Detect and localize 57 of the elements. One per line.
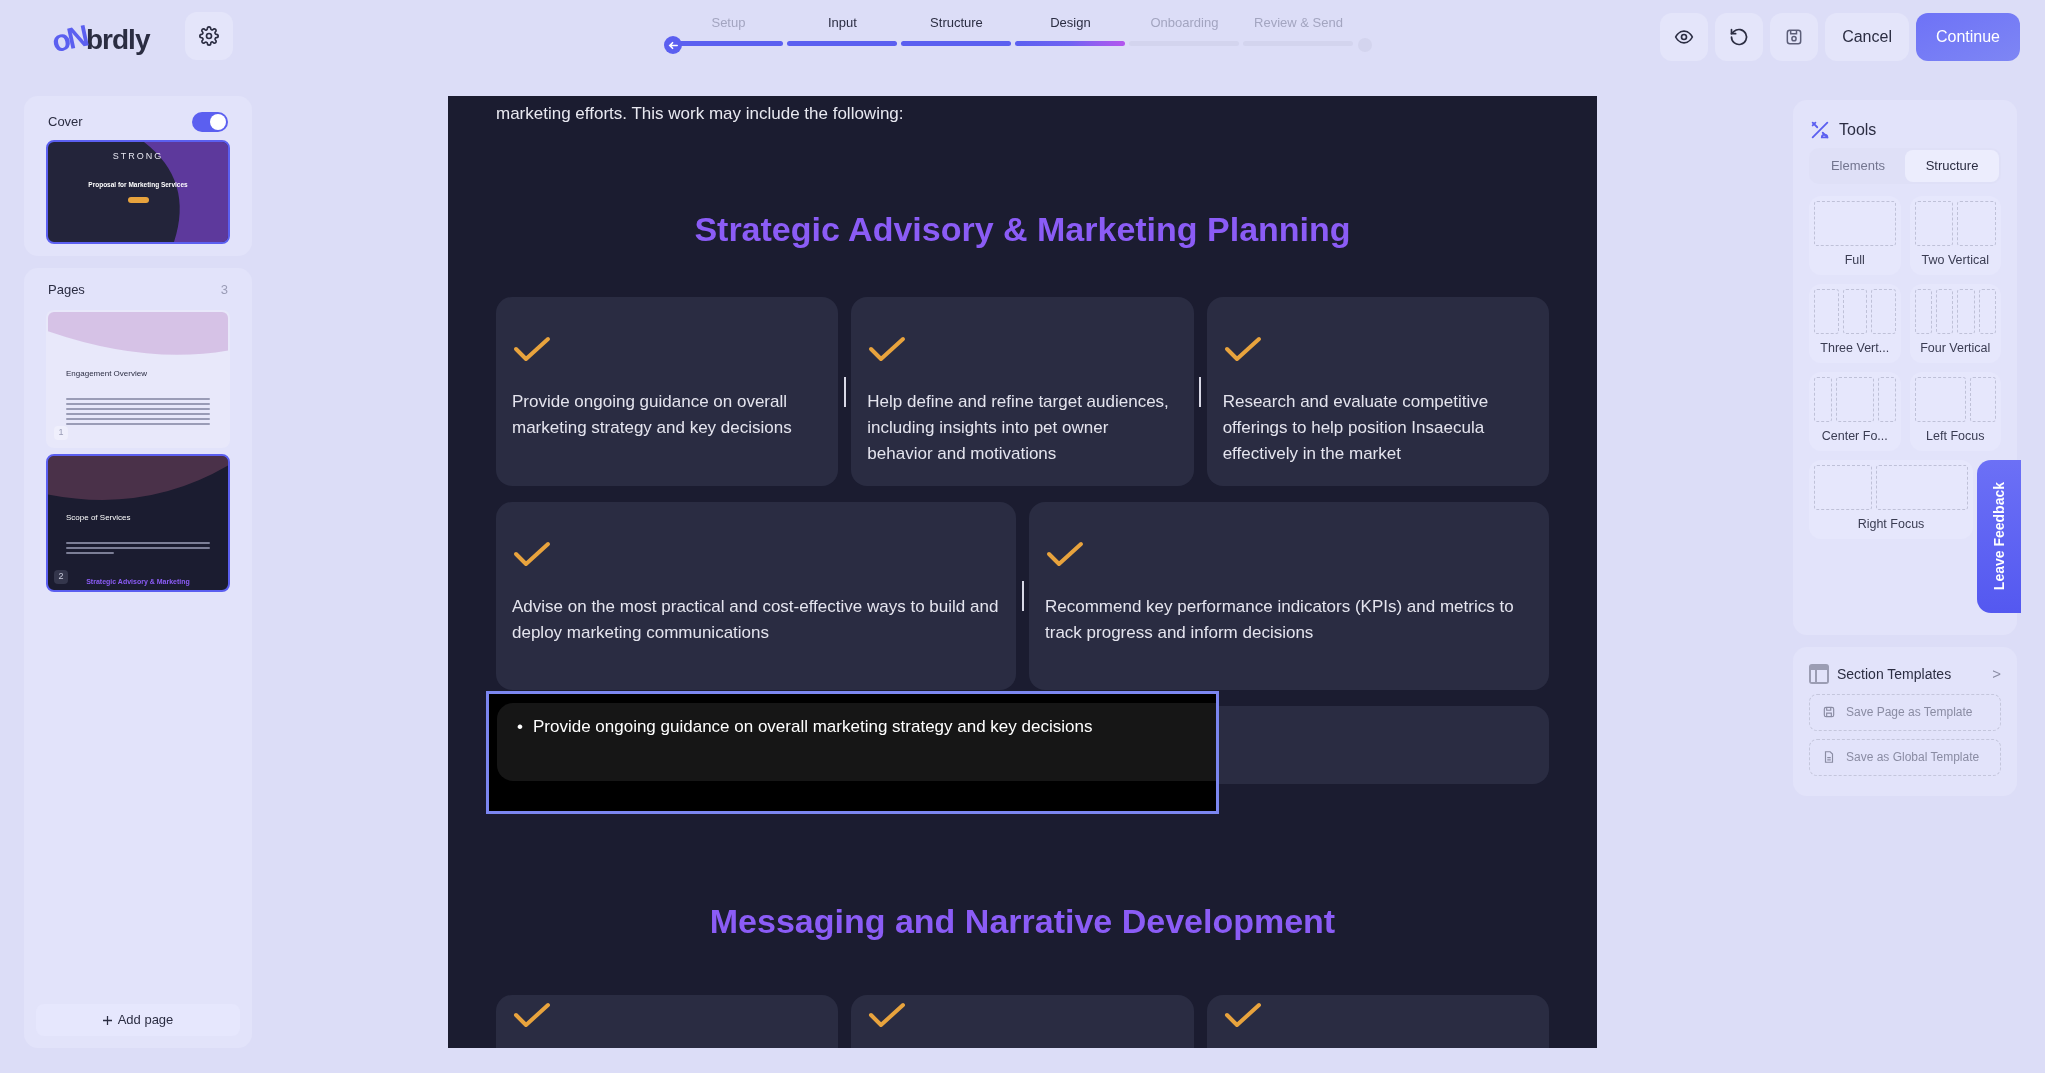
page-number: 1 [54, 425, 68, 440]
cancel-button[interactable]: Cancel [1825, 13, 1909, 61]
undo-button[interactable] [1715, 13, 1764, 61]
eye-icon [1674, 27, 1695, 47]
resize-handle[interactable] [1199, 376, 1202, 407]
cover-toggle[interactable] [192, 112, 228, 132]
panel-title: Tools [1839, 120, 1877, 140]
resize-handle[interactable] [843, 376, 846, 407]
layout-option[interactable]: Right Focus [1809, 460, 1973, 539]
page-thumbnail[interactable]: Engagement Overview 1 [46, 309, 230, 448]
tools-icon [1809, 119, 1831, 141]
settings-icon [199, 26, 220, 46]
panel-title: Cover [48, 113, 83, 132]
resize-handle[interactable] [1021, 581, 1024, 611]
card-text: Provide ongoing guidance on overall marketing strategy and key decisions [512, 391, 793, 439]
arrow-left-icon [667, 39, 679, 51]
layout-option[interactable]: Two Vertical [1909, 196, 2001, 275]
step-label[interactable]: Design [1050, 14, 1091, 32]
page-count: 3 [220, 281, 228, 299]
feedback-button[interactable]: Leave Feedback [1977, 460, 2021, 613]
cover-pill [127, 197, 149, 204]
step-label[interactable]: Input [828, 14, 857, 32]
document-icon [1822, 750, 1836, 764]
page-title: Scope of Services [66, 511, 131, 524]
template-icon [1809, 664, 1829, 685]
layout-option[interactable]: Four Vertical [1909, 284, 2001, 363]
section-heading: Messaging and Narrative Development [708, 901, 1337, 942]
card-text: Research and evaluate competitive offerings to help position Insaecula effectively in the market [1222, 391, 1490, 465]
body-text: marketing efforts. This work may include the following: [496, 103, 905, 125]
brand-text: STRONG [112, 150, 164, 163]
card-text: Help define and refine target audiences, including insights into pet owner behavior and motivations [867, 391, 1170, 465]
layout-option[interactable]: Three Vert... [1809, 284, 1901, 363]
card-text: Advise on the most practical and cost-effective ways to build and deploy marketing communications [512, 596, 1000, 644]
page-number: 2 [54, 569, 68, 584]
section-heading: Strategic Advisory & Marketing Planning [693, 209, 1352, 250]
page-title: Engagement Overview [66, 367, 147, 380]
card-text: Recommend key performance indicators (KPIs) and metrics to track progress and inform decisions [1045, 596, 1515, 644]
settings-button[interactable] [185, 12, 234, 60]
bullet-item: Provide ongoing guidance on overall marketing strategy and key decisions [532, 716, 1093, 738]
panel-title: Section Templates [1837, 664, 1952, 684]
logo: oN brdly [52, 20, 150, 54]
save-button[interactable] [1770, 13, 1819, 61]
panel-title: Pages [48, 281, 85, 299]
step-label[interactable]: Structure [930, 14, 983, 32]
undo-icon [1729, 27, 1750, 47]
plus-icon [102, 1015, 112, 1025]
add-page-button[interactable]: Add page [36, 1004, 240, 1036]
view-button[interactable] [1660, 13, 1709, 61]
tab[interactable]: Structure [1905, 150, 1999, 182]
continue-button[interactable]: Continue [1915, 13, 2020, 61]
layout-option[interactable]: Center Fo... [1809, 372, 1901, 451]
back-button[interactable] [664, 36, 683, 54]
layout-option[interactable]: Left Focus [1909, 372, 2001, 451]
bullet-mark: • [517, 716, 523, 738]
text-editor[interactable]: • Provide ongoing guidance on overall marketing strategy and key decisions [486, 691, 1219, 814]
layout-option[interactable]: Full [1809, 196, 1901, 275]
save-icon [1822, 705, 1836, 719]
